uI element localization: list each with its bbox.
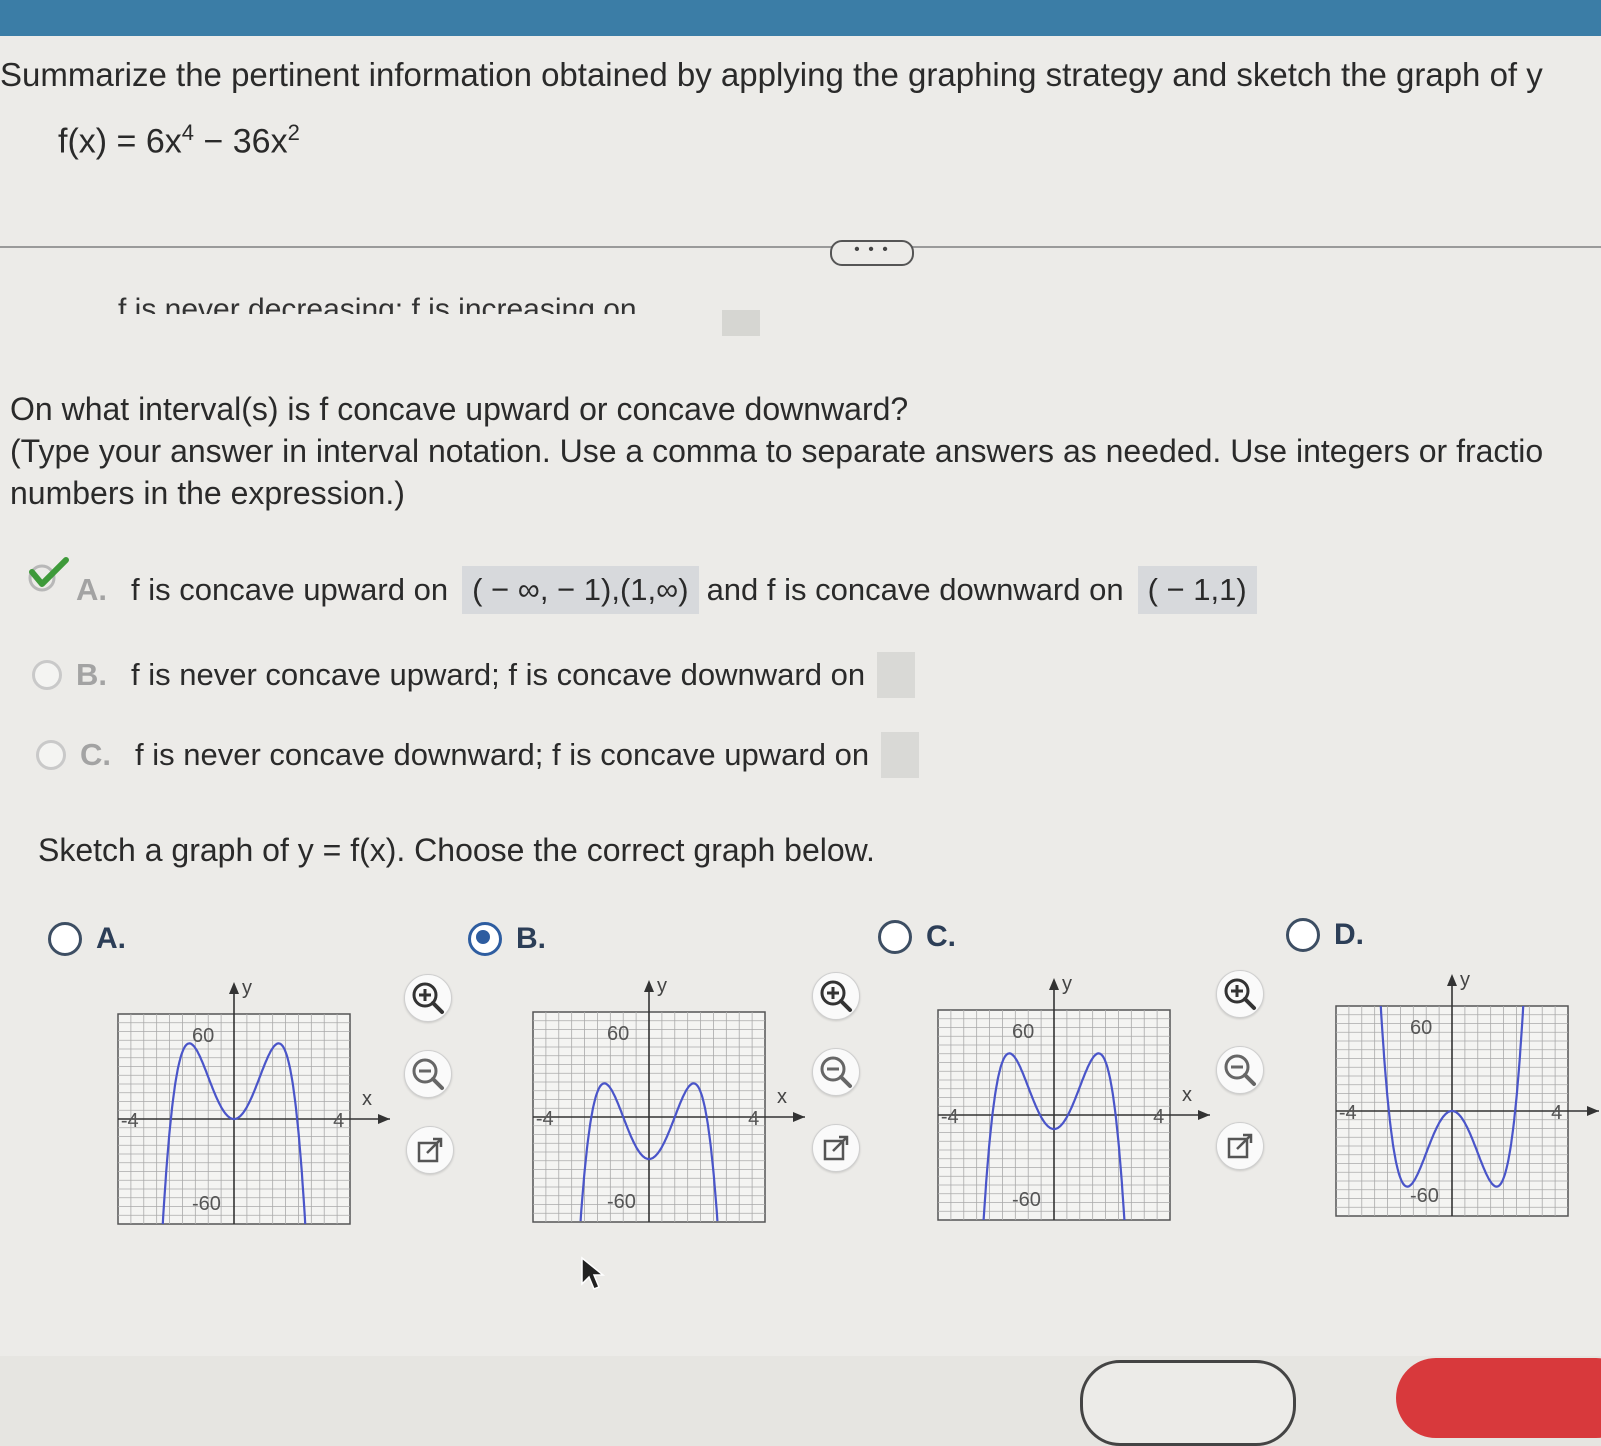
radio-graph-a[interactable] — [48, 922, 82, 956]
cursor-icon — [581, 1256, 606, 1290]
section-divider — [0, 246, 1601, 248]
check-icon — [28, 557, 69, 592]
popout-button[interactable] — [406, 1126, 454, 1174]
previous-answer-box — [722, 310, 760, 336]
graph-choice-d[interactable]: D. — [1286, 918, 1364, 952]
zoom-in-button[interactable] — [1216, 970, 1264, 1018]
problem-prompt: Summarize the pertinent information obta… — [0, 56, 1543, 93]
answer-box-b[interactable] — [877, 652, 916, 698]
concave-down-answer[interactable]: ( − 1,1) — [1137, 566, 1257, 614]
x-max-tick-label: 4 — [333, 1110, 344, 1132]
clear-all-button[interactable] — [1080, 1360, 1296, 1446]
zoom-in-icon — [412, 982, 444, 1014]
graph-choice-a[interactable]: A. — [48, 922, 126, 956]
x-max-tick-label: 4 — [1551, 1102, 1562, 1124]
y-min-tick-label: -60 — [1410, 1185, 1439, 1207]
x-axis-label: x — [1182, 1084, 1192, 1106]
radio-c[interactable] — [36, 740, 66, 770]
x-axis-arrow — [1587, 1106, 1599, 1116]
y-min-tick-label: -60 — [607, 1191, 636, 1213]
function-expression: f(x) = 6x4 − 36x2 — [58, 120, 300, 161]
zoom-out-button[interactable] — [1216, 1046, 1264, 1094]
option-letter: A. — [76, 572, 107, 607]
popout-icon — [1227, 1133, 1253, 1159]
zoom-in-button[interactable] — [812, 972, 860, 1020]
x-min-tick-label: -4 — [121, 1110, 139, 1132]
sketch-prompt: Sketch a graph of y = f(x). Choose the c… — [38, 832, 875, 868]
final-check-button[interactable] — [1396, 1358, 1601, 1438]
graph-a: y x 60 -60 -4 4 — [117, 977, 390, 1225]
y-axis-arrow — [229, 982, 239, 994]
radio-graph-d[interactable] — [1286, 918, 1320, 952]
zoom-out-icon — [820, 1056, 852, 1088]
y-axis-arrow — [1049, 978, 1059, 990]
option-letter: B. — [76, 657, 107, 692]
concavity-option-a[interactable]: A. f is concave upward on ( − ∞, − 1),(1… — [70, 566, 1265, 614]
x-min-tick-label: -4 — [1339, 1102, 1357, 1124]
x-min-tick-label: -4 — [941, 1106, 959, 1128]
zoom-out-icon — [1224, 1054, 1256, 1086]
radio-graph-c[interactable] — [878, 920, 912, 954]
top-bar — [0, 0, 1601, 36]
y-max-tick-label: 60 — [1012, 1021, 1034, 1043]
x-max-tick-label: 4 — [1153, 1106, 1164, 1128]
popout-icon — [417, 1137, 443, 1163]
concavity-question: On what interval(s) is f concave upward … — [10, 391, 1544, 511]
concavity-option-c[interactable]: C. f is never concave downward; f is con… — [36, 732, 920, 778]
x-max-tick-label: 4 — [748, 1108, 759, 1130]
radio-graph-b[interactable] — [468, 922, 502, 956]
zoom-out-button[interactable] — [404, 1050, 452, 1098]
popout-button[interactable] — [1216, 1122, 1264, 1170]
x-axis-label: x — [362, 1088, 372, 1110]
graph-d: y 60 -60 -4 4 — [1335, 969, 1599, 1217]
radio-b[interactable] — [32, 660, 62, 690]
y-axis-label: y — [1062, 973, 1072, 995]
graph-choice-b[interactable]: B. — [468, 922, 546, 956]
zoom-in-icon — [1224, 978, 1256, 1010]
answer-box-c[interactable] — [881, 732, 920, 778]
x-axis-arrow — [1198, 1110, 1210, 1120]
popout-button[interactable] — [812, 1124, 860, 1172]
graph-choice-c[interactable]: C. — [878, 920, 956, 954]
x-axis-arrow — [793, 1112, 805, 1122]
concavity-option-b[interactable]: B. f is never concave upward; f is conca… — [32, 652, 916, 698]
x-axis-label: x — [777, 1086, 787, 1108]
y-axis-label: y — [242, 977, 252, 999]
graph-c: y x 60 -60 -4 4 — [937, 973, 1210, 1221]
y-max-tick-label: 60 — [607, 1023, 629, 1045]
y-axis-arrow — [1447, 974, 1457, 986]
y-max-tick-label: 60 — [1410, 1017, 1432, 1039]
more-button[interactable]: • • • — [830, 240, 914, 266]
zoom-out-icon — [412, 1058, 444, 1090]
graph-b: y x 60 -60 -4 4 — [532, 975, 805, 1223]
concave-up-answer[interactable]: ( − ∞, − 1),(1,∞) — [462, 566, 699, 614]
option-letter: C. — [80, 737, 111, 772]
y-min-tick-label: -60 — [192, 1193, 221, 1215]
x-min-tick-label: -4 — [536, 1108, 554, 1130]
previous-answer-cutoff: f is never decreasing; f is increasing o… — [118, 293, 637, 314]
zoom-in-icon — [820, 980, 852, 1012]
y-max-tick-label: 60 — [192, 1025, 214, 1047]
y-min-tick-label: -60 — [1012, 1189, 1041, 1211]
zoom-out-button[interactable] — [812, 1048, 860, 1096]
zoom-in-button[interactable] — [404, 974, 452, 1022]
y-axis-label: y — [657, 975, 667, 997]
y-axis-label: y — [1460, 969, 1470, 991]
popout-icon — [823, 1135, 849, 1161]
y-axis-arrow — [644, 980, 654, 992]
x-axis-arrow — [378, 1114, 390, 1124]
